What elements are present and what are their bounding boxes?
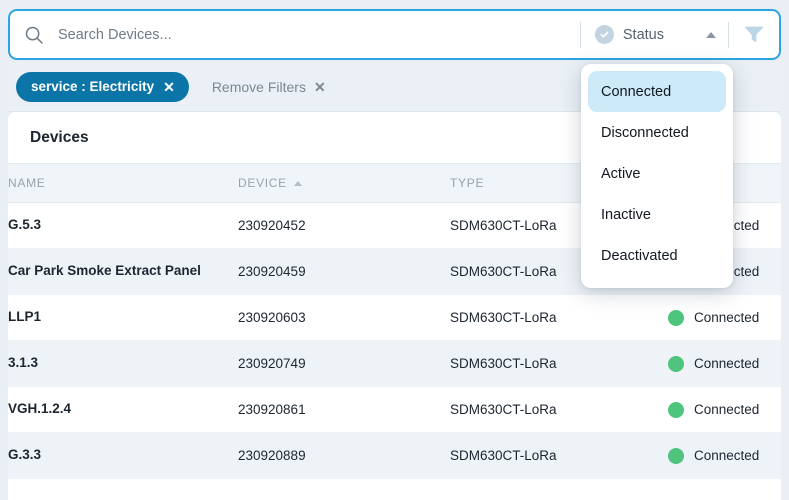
device-id-cell: 230920452: [238, 202, 450, 249]
column-header-label: TYPE: [450, 176, 485, 190]
device-id-cell: 230920749: [238, 340, 450, 387]
table-row[interactable]: VGH.1.2.4 230920861 SDM630CT-LoRa Connec…: [8, 386, 781, 433]
dropdown-option-deactivated[interactable]: Deactivated: [588, 235, 726, 276]
device-name-link[interactable]: G.3.3: [8, 432, 238, 479]
status-dot-icon: [668, 355, 684, 372]
device-type-cell: SDM630CT-LoRa: [450, 340, 668, 387]
device-name-link[interactable]: 3.1.3: [8, 340, 238, 387]
filter-chip-service-electricity[interactable]: service : Electricity ✕: [16, 72, 189, 102]
dropdown-option-label: Deactivated: [601, 247, 678, 264]
status-badge: Connected: [694, 356, 760, 371]
table-row[interactable]: 3.1.3 230920749 SDM630CT-LoRa Connected: [8, 340, 781, 387]
status-badge: Connected: [694, 402, 760, 417]
dropdown-option-connected[interactable]: Connected: [588, 71, 726, 112]
dropdown-option-label: Disconnected: [601, 124, 689, 141]
dropdown-option-label: Connected: [601, 83, 672, 100]
device-id-cell: 230920861: [238, 386, 450, 433]
status-filter-dropdown-trigger[interactable]: Status: [581, 11, 728, 58]
status-badge: Connected: [694, 310, 760, 325]
device-id-cell: 230920459: [238, 248, 450, 295]
device-list-page: Status service : Electricity ✕ Remove Fi…: [0, 0, 789, 500]
device-type-cell: SDM630CT-LoRa: [450, 386, 668, 433]
search-icon: [10, 25, 58, 45]
dropdown-option-disconnected[interactable]: Disconnected: [588, 112, 726, 153]
status-filter-label: Status: [622, 26, 664, 43]
sort-ascending-icon: [293, 180, 302, 186]
status-filter-dropdown-menu: Connected Disconnected Active Inactive D…: [581, 64, 733, 288]
close-icon: ✕: [313, 78, 326, 95]
remove-filters-button[interactable]: Remove Filters ✕: [212, 79, 326, 96]
device-name-link[interactable]: Car Park Smoke Extract Panel: [8, 248, 238, 295]
search-bar: Status: [8, 9, 781, 60]
funnel-filter-icon[interactable]: [729, 25, 779, 44]
chevron-up-icon: [706, 31, 716, 38]
column-header-device[interactable]: DEVICE: [238, 163, 450, 203]
status-badge: Connected: [694, 448, 760, 463]
dropdown-option-active[interactable]: Active: [588, 153, 726, 194]
table-row[interactable]: LLP1 230920603 SDM630CT-LoRa Connected: [8, 294, 781, 341]
table-row[interactable]: G.3.3 230920889 SDM630CT-LoRa Connected: [8, 432, 781, 479]
device-status-cell: Connected: [668, 386, 781, 433]
device-name-link[interactable]: G.5.3: [8, 202, 238, 249]
device-status-cell: Connected: [668, 340, 781, 387]
status-dot-icon: [668, 447, 684, 464]
column-header-label: NAME: [8, 176, 46, 190]
device-status-cell: Connected: [668, 294, 781, 341]
status-dot-icon: [668, 309, 684, 326]
close-icon[interactable]: ✕: [163, 80, 175, 94]
device-type-cell: SDM630CT-LoRa: [450, 432, 668, 479]
device-status-cell: Connected: [668, 432, 781, 479]
column-header-label: DEVICE: [238, 176, 287, 190]
status-dot-icon: [668, 401, 684, 418]
device-type-cell: SDM630CT-LoRa: [450, 294, 668, 341]
search-input[interactable]: [58, 11, 580, 58]
dropdown-option-label: Active: [601, 165, 641, 182]
device-id-cell: 230920603: [238, 294, 450, 341]
device-name-link[interactable]: VGH.1.2.4: [8, 386, 238, 433]
column-header-name[interactable]: NAME: [8, 163, 238, 203]
dropdown-option-inactive[interactable]: Inactive: [588, 194, 726, 235]
check-circle-icon: [594, 25, 614, 44]
device-id-cell: 230920889: [238, 432, 450, 479]
dropdown-option-label: Inactive: [601, 206, 651, 223]
remove-filters-label: Remove Filters: [211, 79, 306, 95]
device-name-link[interactable]: LLP1: [8, 294, 238, 341]
filter-chip-label: service : Electricity: [31, 79, 155, 94]
